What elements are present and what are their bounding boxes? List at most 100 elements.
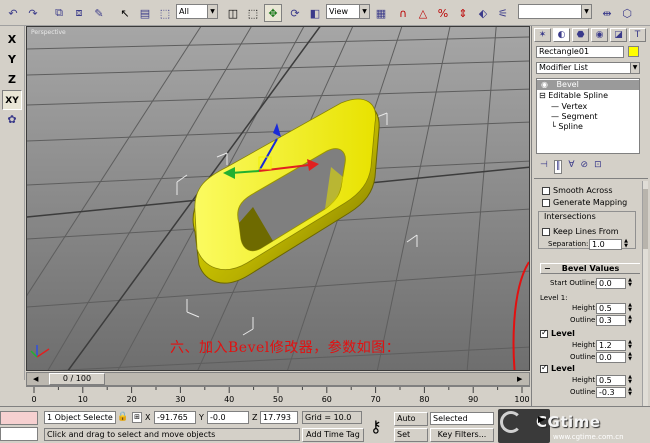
perspective-viewport[interactable]: Perspective 六、加入Bevel修改器，参数如图：: [26, 26, 530, 371]
scale-icon[interactable]: ◧: [306, 4, 324, 22]
bind-spacewarp-icon[interactable]: ✎: [90, 4, 108, 22]
stack-item-segment[interactable]: — Segment: [551, 112, 598, 121]
spinner-arrows-icon[interactable]: ▲ ▼: [627, 352, 633, 363]
level3-outline-spinner[interactable]: -0.3: [596, 387, 626, 398]
axis-z-button[interactable]: Z: [2, 70, 22, 90]
select-by-name-icon[interactable]: ▤: [136, 4, 154, 22]
redo-icon[interactable]: ↷: [24, 4, 42, 22]
level2-height-spinner[interactable]: 1.2: [596, 340, 626, 351]
unlink-icon[interactable]: ⧈: [70, 4, 88, 22]
pivot-center-icon[interactable]: ▦: [372, 4, 390, 22]
viewport-label[interactable]: Perspective: [31, 29, 66, 36]
create-tab-icon[interactable]: ✶: [534, 28, 551, 42]
panel-scrollbar[interactable]: [642, 181, 648, 426]
pin-stack-icon[interactable]: ⊣: [540, 160, 548, 174]
level2-outline-spinner[interactable]: 0.0: [596, 352, 626, 363]
edit-named-selection-icon[interactable]: ⬖: [474, 4, 492, 22]
stack-item-vertex[interactable]: — Vertex: [551, 102, 587, 111]
smooth-across-option[interactable]: Smooth Across: [542, 186, 612, 195]
axis-xy-button[interactable]: XY: [2, 90, 22, 110]
spinner-arrows-icon[interactable]: ▲ ▼: [627, 375, 633, 386]
spinner-arrows-icon[interactable]: ▲ ▼: [627, 278, 633, 289]
y-coordinate-field[interactable]: -0.0: [207, 411, 249, 424]
motion-tab-icon[interactable]: ◉: [591, 28, 608, 42]
stack-item-spline[interactable]: └ Spline: [551, 122, 583, 131]
maxscript-listener[interactable]: [0, 411, 38, 425]
next-frame-icon[interactable]: ▶: [517, 373, 525, 385]
make-unique-icon[interactable]: ∀: [568, 160, 574, 174]
spinner-snap-icon[interactable]: ⇕: [454, 4, 472, 22]
absolute-mode-icon[interactable]: ⊞: [132, 412, 142, 423]
select-link-icon[interactable]: ⧉: [50, 4, 68, 22]
modify-tab-icon[interactable]: ◐: [553, 28, 570, 42]
object-name-field[interactable]: Rectangle01: [536, 46, 624, 58]
auto-key-button[interactable]: Auto Key: [394, 412, 428, 426]
time-slider-thumb[interactable]: 0 / 100: [49, 373, 105, 385]
utilities-tab-icon[interactable]: T: [629, 28, 646, 42]
selection-filter-dropdown[interactable]: All ▼: [176, 4, 218, 19]
named-selection-dropdown[interactable]: ▼: [518, 4, 592, 19]
spinner-arrows-icon[interactable]: ▲ ▼: [627, 387, 633, 398]
remove-modifier-icon[interactable]: ⊘: [581, 160, 589, 174]
key-icon[interactable]: ⚷: [370, 417, 382, 436]
scrollbar-thumb[interactable]: [643, 189, 648, 249]
separation-spinner[interactable]: 1.0: [589, 239, 622, 250]
prev-frame-icon[interactable]: ◀: [33, 373, 41, 385]
track-bar[interactable]: 0 10 20 30 40 50 60 70 80 90 100: [26, 386, 530, 406]
window-crossing-icon[interactable]: ◫: [224, 4, 242, 22]
align-icon[interactable]: ⬡: [618, 4, 636, 22]
stack-item-editable-spline[interactable]: ⊟ Editable Spline: [539, 91, 608, 100]
show-end-result-icon[interactable]: ‖: [553, 160, 563, 174]
select-icon[interactable]: ↖: [116, 4, 134, 22]
spinner-arrows-icon[interactable]: ▲ ▼: [627, 303, 633, 314]
region-select-icon[interactable]: ⬚: [156, 4, 174, 22]
mirror-icon[interactable]: ⚟: [494, 4, 512, 22]
rotate-icon[interactable]: ⟳: [286, 4, 304, 22]
hierarchy-tab-icon[interactable]: ⬣: [572, 28, 589, 42]
level1-outline-spinner[interactable]: 0.3: [596, 315, 626, 326]
z-coordinate-field[interactable]: 17.793: [260, 411, 298, 424]
bevel-values-rollout[interactable]: − Bevel Values: [540, 263, 640, 274]
generate-mapping-option[interactable]: Generate Mapping: [542, 198, 627, 207]
x-coordinate-field[interactable]: -91.765: [154, 411, 196, 424]
light-bulb-icon[interactable]: ◉: [541, 80, 548, 89]
undo-icon[interactable]: ↶: [4, 4, 22, 22]
maxscript-input[interactable]: [0, 427, 38, 441]
spinner-arrows-icon[interactable]: ▲ ▼: [627, 315, 633, 326]
spinner-arrows-icon[interactable]: ▲ ▼: [627, 340, 633, 351]
level2-option[interactable]: Level: [540, 328, 575, 338]
configure-sets-icon[interactable]: ⊡: [594, 160, 602, 174]
spinner-arrows-icon[interactable]: ▲ ▼: [623, 239, 629, 250]
level1-height-spinner[interactable]: 0.5: [596, 303, 626, 314]
mirror-tool-icon[interactable]: ⇹: [598, 4, 616, 22]
keep-lines-option[interactable]: Keep Lines From: [542, 227, 619, 236]
keep-lines-checkbox[interactable]: [542, 227, 550, 236]
play-icon[interactable]: ▶: [538, 415, 545, 425]
key-filters-button[interactable]: Key Filters...: [430, 428, 494, 442]
start-outline-spinner[interactable]: 0.0: [596, 278, 626, 289]
object-color-swatch[interactable]: [628, 46, 639, 57]
move-icon[interactable]: ✥: [264, 4, 282, 22]
percent-snap-icon[interactable]: %: [434, 4, 452, 22]
axis-x-button[interactable]: X: [2, 30, 22, 50]
ik-icon[interactable]: ✿: [2, 110, 22, 130]
axis-y-button[interactable]: Y: [2, 50, 22, 70]
modifier-list-dropdown[interactable]: Modifier List ▼: [536, 62, 640, 74]
smooth-across-checkbox[interactable]: [542, 186, 550, 195]
select-manipulate-icon[interactable]: ⬚: [244, 4, 262, 22]
expand-icon[interactable]: ⊟: [539, 91, 546, 100]
generate-mapping-checkbox[interactable]: [542, 198, 550, 207]
level3-checkbox[interactable]: [540, 363, 548, 373]
stack-item-bevel[interactable]: ◉ Bevel: [537, 80, 639, 90]
reference-coord-dropdown[interactable]: View ▼: [326, 4, 370, 19]
level3-option[interactable]: Level: [540, 363, 575, 373]
display-tab-icon[interactable]: ◪: [610, 28, 627, 42]
level3-height-spinner[interactable]: 0.5: [596, 375, 626, 386]
add-time-tag-button[interactable]: Add Time Tag: [302, 428, 364, 442]
key-mode-dropdown[interactable]: Selected: [430, 412, 494, 425]
set-key-button[interactable]: Set Key: [394, 428, 428, 442]
lock-selection-icon[interactable]: 🔒: [117, 412, 128, 422]
level2-checkbox[interactable]: [540, 328, 548, 338]
time-slider[interactable]: ◀ 0 / 100 ▶: [26, 372, 530, 386]
angle-snap-icon[interactable]: △: [414, 4, 432, 22]
